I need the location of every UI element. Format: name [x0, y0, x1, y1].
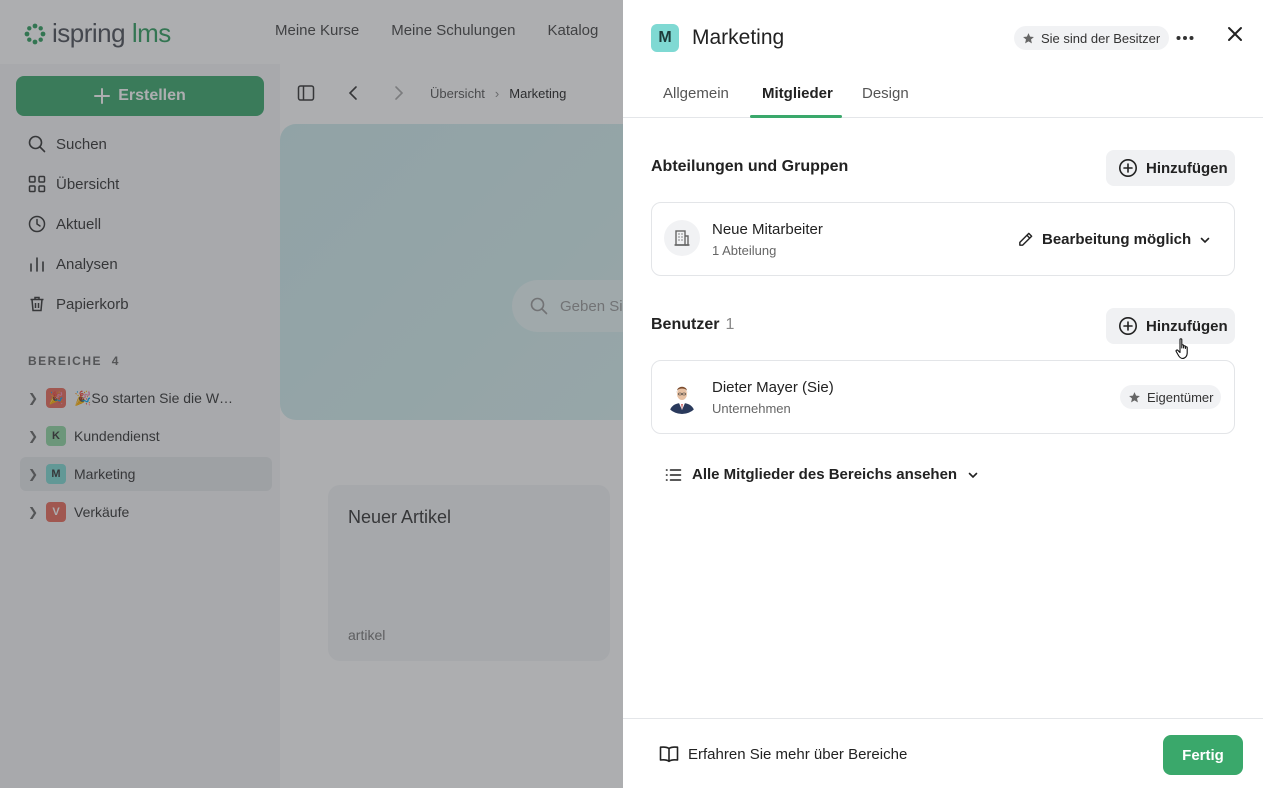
role-chip: Eigentümer — [1120, 385, 1222, 409]
close-icon — [1228, 27, 1242, 41]
permission-dropdown[interactable]: Bearbeitung möglich — [1017, 231, 1211, 248]
area-settings-drawer: M Marketing Sie sind der Besitzer Allgem… — [623, 0, 1263, 788]
drawer-title: Marketing — [692, 26, 785, 49]
add-group-label: Hinzufügen — [1146, 159, 1228, 177]
plus-circle-icon — [1119, 159, 1137, 177]
avatar — [664, 378, 700, 414]
close-button[interactable] — [1223, 22, 1247, 46]
more-dots-icon — [1176, 36, 1194, 40]
user-name: Dieter Mayer (Sie) — [712, 379, 834, 396]
drawer-footer: Erfahren Sie mehr über Bereiche Fertig — [623, 718, 1263, 788]
group-row: Neue Mitarbeiter 1 Abteilung Bearbeitung… — [651, 202, 1235, 276]
pencil-icon — [1019, 232, 1033, 246]
view-all-members-label: Alle Mitglieder des Bereichs ansehen — [692, 466, 958, 483]
owner-chip: Sie sind der Besitzer — [1014, 26, 1170, 50]
star-icon — [1129, 391, 1140, 402]
group-name: Neue Mitarbeiter — [712, 221, 823, 238]
users-section-title: Benutzer 1 — [651, 316, 735, 333]
building-icon — [664, 220, 700, 256]
more-options-button[interactable] — [1172, 26, 1198, 50]
book-icon — [659, 746, 679, 763]
users-count: 1 — [725, 316, 735, 333]
hand-cursor-icon — [1175, 338, 1188, 360]
area-badge: M — [651, 24, 679, 52]
add-user-label: Hinzufügen — [1146, 317, 1228, 335]
tab-allgemein[interactable]: Allgemein — [663, 85, 729, 102]
tab-mitglieder[interactable]: Mitglieder — [762, 85, 833, 102]
owner-chip-label: Sie sind der Besitzer — [1041, 30, 1161, 46]
add-group-button[interactable]: Hinzufügen — [1106, 150, 1235, 186]
chevron-down-icon — [1200, 237, 1210, 243]
list-icon — [665, 468, 682, 481]
star-icon — [1023, 32, 1034, 43]
chevron-down-icon — [968, 472, 978, 478]
tab-design[interactable]: Design — [862, 85, 909, 102]
user-subtitle: Unternehmen — [712, 401, 791, 416]
plus-circle-icon — [1119, 317, 1137, 335]
permission-label: Bearbeitung möglich — [1042, 231, 1192, 248]
active-tab-indicator — [750, 115, 842, 118]
learn-more-label: Erfahren Sie mehr über Bereiche — [688, 745, 908, 763]
modal-backdrop[interactable] — [0, 0, 623, 788]
done-button[interactable]: Fertig — [1163, 735, 1243, 775]
group-subtitle: 1 Abteilung — [712, 243, 777, 258]
view-all-members-button[interactable]: Alle Mitglieder des Bereichs ansehen — [665, 466, 979, 483]
role-label: Eigentümer — [1147, 389, 1214, 405]
groups-section-title: Abteilungen und Gruppen — [651, 158, 849, 175]
learn-more-link[interactable]: Erfahren Sie mehr über Bereiche — [659, 745, 907, 763]
add-user-button[interactable]: Hinzufügen — [1106, 308, 1235, 344]
user-row: Dieter Mayer (Sie) Unternehmen Eigentüme… — [651, 360, 1235, 434]
drawer-tabs: Allgemein Mitglieder Design — [623, 76, 1263, 118]
